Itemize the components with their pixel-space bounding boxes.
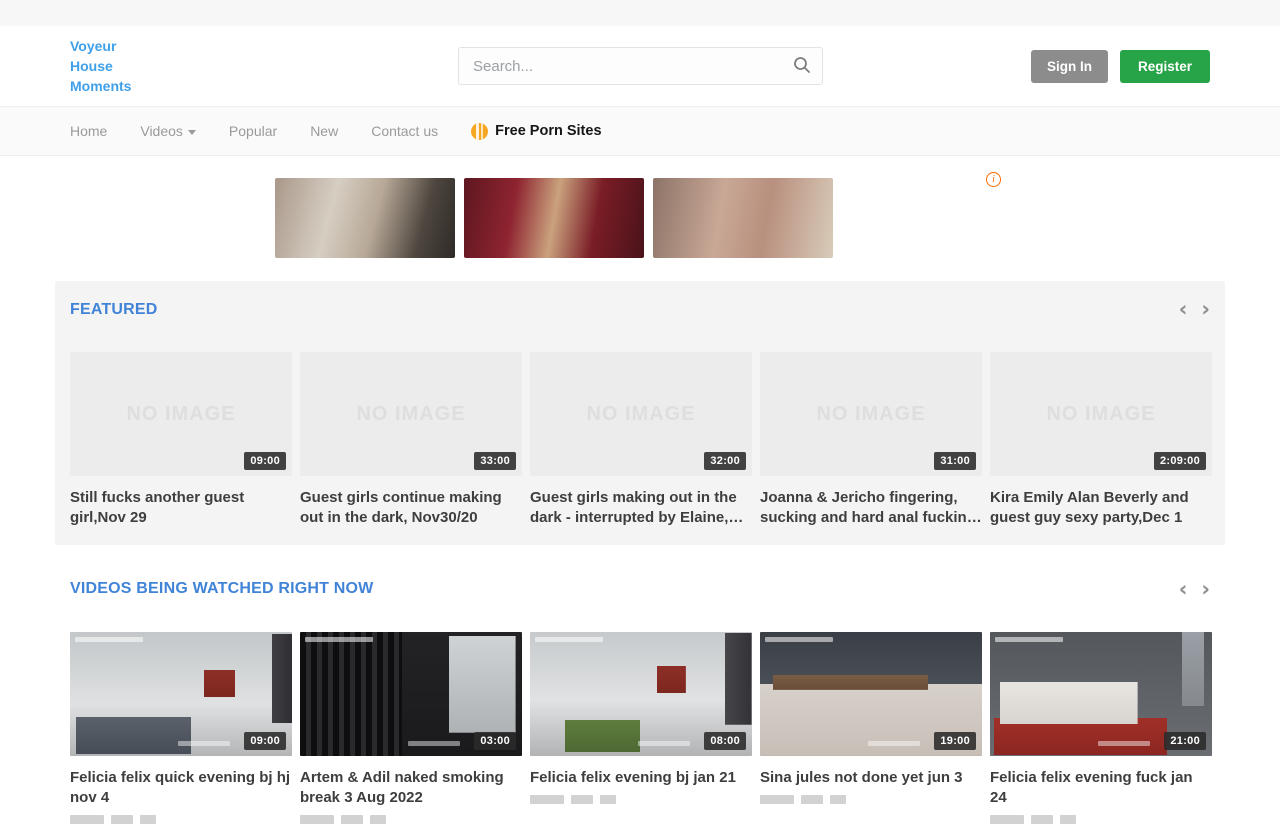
site-header: Voyeur House Moments Sign In Register bbox=[0, 26, 1280, 106]
video-duration-badge: 31:00 bbox=[934, 452, 976, 470]
watched-section-header: VIDEOS BEING WATCHED RIGHT NOW ‹ › bbox=[70, 579, 1210, 600]
featured-card-list: NO IMAGE 09:00 Still fucks another guest… bbox=[70, 352, 1210, 529]
video-duration-badge: 21:00 bbox=[1164, 732, 1206, 750]
video-duration-badge: 19:00 bbox=[934, 732, 976, 750]
video-title[interactable]: Guest girls making out in the dark - int… bbox=[530, 488, 752, 529]
video-title[interactable]: Sina jules not done yet jun 3 bbox=[760, 768, 982, 788]
video-card[interactable]: 21:00 Felicia felix evening fuck jan 24 bbox=[990, 632, 1212, 824]
video-title[interactable]: Artem & Adil naked smoking break 3 Aug 2… bbox=[300, 768, 522, 809]
video-meta-clipped bbox=[990, 815, 1212, 824]
nav-item-popular[interactable]: Popular bbox=[229, 123, 277, 139]
watched-now-section: VIDEOS BEING WATCHED RIGHT NOW ‹ › 09:00… bbox=[55, 579, 1225, 824]
no-image-placeholder: NO IMAGE bbox=[586, 403, 695, 426]
camera-timestamp-overlay bbox=[535, 637, 603, 642]
site-watermark bbox=[1098, 741, 1150, 746]
helmet-icon bbox=[471, 123, 488, 140]
site-watermark bbox=[408, 741, 460, 746]
video-duration-badge: 08:00 bbox=[704, 732, 746, 750]
top-strip bbox=[0, 0, 1280, 26]
site-watermark bbox=[868, 741, 920, 746]
video-duration-badge: 2:09:00 bbox=[1154, 452, 1206, 470]
featured-section-title: FEATURED bbox=[70, 301, 158, 319]
video-thumbnail[interactable]: NO IMAGE 31:00 bbox=[760, 352, 982, 476]
video-thumbnail[interactable]: NO IMAGE 33:00 bbox=[300, 352, 522, 476]
video-title[interactable]: Kira Emily Alan Beverly and guest guy se… bbox=[990, 488, 1212, 529]
carousel-prev-icon[interactable]: ‹ bbox=[1179, 299, 1188, 320]
video-card[interactable]: NO IMAGE 33:00 Guest girls continue maki… bbox=[300, 352, 522, 529]
ad-thumbnail[interactable] bbox=[653, 178, 833, 258]
video-card[interactable]: 03:00 Artem & Adil naked smoking break 3… bbox=[300, 632, 522, 824]
search-icon[interactable] bbox=[791, 55, 813, 77]
video-thumbnail[interactable]: 09:00 bbox=[70, 632, 292, 756]
video-meta-clipped bbox=[70, 815, 292, 824]
featured-section-header: FEATURED ‹ › bbox=[70, 299, 1210, 320]
video-title[interactable]: Felicia felix evening bj jan 21 bbox=[530, 768, 752, 788]
video-card[interactable]: 09:00 Felicia felix quick evening bj hj … bbox=[70, 632, 292, 824]
video-title[interactable]: Guest girls continue making out in the d… bbox=[300, 488, 522, 529]
video-card[interactable]: 19:00 Sina jules not done yet jun 3 bbox=[760, 632, 982, 824]
carousel-prev-icon[interactable]: ‹ bbox=[1179, 579, 1188, 600]
video-title[interactable]: Felicia felix quick evening bj hj nov 4 bbox=[70, 768, 292, 809]
video-thumbnail[interactable]: 03:00 bbox=[300, 632, 522, 756]
video-duration-badge: 09:00 bbox=[244, 732, 286, 750]
video-thumbnail[interactable]: NO IMAGE 32:00 bbox=[530, 352, 752, 476]
video-thumbnail[interactable]: NO IMAGE 2:09:00 bbox=[990, 352, 1212, 476]
watched-card-list: 09:00 Felicia felix quick evening bj hj … bbox=[70, 632, 1210, 824]
video-card[interactable]: NO IMAGE 32:00 Guest girls making out in… bbox=[530, 352, 752, 529]
chevron-down-icon bbox=[188, 130, 196, 135]
featured-section: FEATURED ‹ › NO IMAGE 09:00 Still fucks … bbox=[55, 281, 1225, 545]
ad-banner: i bbox=[275, 178, 1005, 258]
search-input[interactable] bbox=[458, 47, 823, 85]
video-thumbnail[interactable]: 21:00 bbox=[990, 632, 1212, 756]
video-card[interactable]: NO IMAGE 2:09:00 Kira Emily Alan Beverly… bbox=[990, 352, 1212, 529]
video-meta-clipped bbox=[760, 795, 982, 804]
ad-thumbnail[interactable] bbox=[464, 178, 644, 258]
watched-carousel-controls: ‹ › bbox=[1179, 579, 1210, 600]
camera-timestamp-overlay bbox=[305, 637, 373, 642]
free-porn-sites-link[interactable]: Free Porn Sites bbox=[471, 123, 601, 140]
ad-info-icon[interactable]: i bbox=[986, 172, 1001, 187]
video-thumbnail[interactable]: NO IMAGE 09:00 bbox=[70, 352, 292, 476]
nav-item-new[interactable]: New bbox=[310, 123, 338, 139]
no-image-placeholder: NO IMAGE bbox=[356, 403, 465, 426]
camera-timestamp-overlay bbox=[995, 637, 1063, 642]
ad-thumbnail[interactable] bbox=[275, 178, 455, 258]
camera-timestamp-overlay bbox=[765, 637, 833, 642]
video-title[interactable]: Joanna & Jericho fingering, sucking and … bbox=[760, 488, 982, 529]
featured-carousel-controls: ‹ › bbox=[1179, 299, 1210, 320]
video-duration-badge: 09:00 bbox=[244, 452, 286, 470]
video-card[interactable]: NO IMAGE 31:00 Joanna & Jericho fingerin… bbox=[760, 352, 982, 529]
search-bar bbox=[458, 47, 823, 85]
video-duration-badge: 03:00 bbox=[474, 732, 516, 750]
video-thumbnail[interactable]: 08:00 bbox=[530, 632, 752, 756]
free-porn-sites-label: Free Porn Sites bbox=[495, 123, 601, 139]
video-card[interactable]: NO IMAGE 09:00 Still fucks another guest… bbox=[70, 352, 292, 529]
watched-section-title: VIDEOS BEING WATCHED RIGHT NOW bbox=[70, 580, 373, 598]
no-image-placeholder: NO IMAGE bbox=[126, 403, 235, 426]
site-watermark bbox=[638, 741, 690, 746]
video-meta-clipped bbox=[530, 795, 752, 804]
camera-timestamp-overlay bbox=[75, 637, 143, 642]
video-meta-clipped bbox=[300, 815, 522, 824]
nav-item-home[interactable]: Home bbox=[70, 123, 107, 139]
video-duration-badge: 32:00 bbox=[704, 452, 746, 470]
nav-item-videos[interactable]: Videos bbox=[140, 123, 196, 139]
main-nav: Home Videos Popular New Contact us Free … bbox=[0, 106, 1280, 156]
auth-actions: Sign In Register bbox=[1031, 50, 1210, 83]
sign-in-button[interactable]: Sign In bbox=[1031, 50, 1108, 83]
video-thumbnail[interactable]: 19:00 bbox=[760, 632, 982, 756]
nav-item-contact-us[interactable]: Contact us bbox=[371, 123, 438, 139]
register-button[interactable]: Register bbox=[1120, 50, 1210, 83]
ad-zone: i bbox=[0, 156, 1280, 278]
video-title[interactable]: Felicia felix evening fuck jan 24 bbox=[990, 768, 1212, 809]
video-title[interactable]: Still fucks another guest girl,Nov 29 bbox=[70, 488, 292, 529]
video-card[interactable]: 08:00 Felicia felix evening bj jan 21 bbox=[530, 632, 752, 824]
no-image-placeholder: NO IMAGE bbox=[816, 403, 925, 426]
carousel-next-icon[interactable]: › bbox=[1201, 579, 1210, 600]
site-watermark bbox=[178, 741, 230, 746]
video-duration-badge: 33:00 bbox=[474, 452, 516, 470]
no-image-placeholder: NO IMAGE bbox=[1046, 403, 1155, 426]
carousel-next-icon[interactable]: › bbox=[1201, 299, 1210, 320]
site-logo[interactable]: Voyeur House Moments bbox=[70, 36, 131, 97]
